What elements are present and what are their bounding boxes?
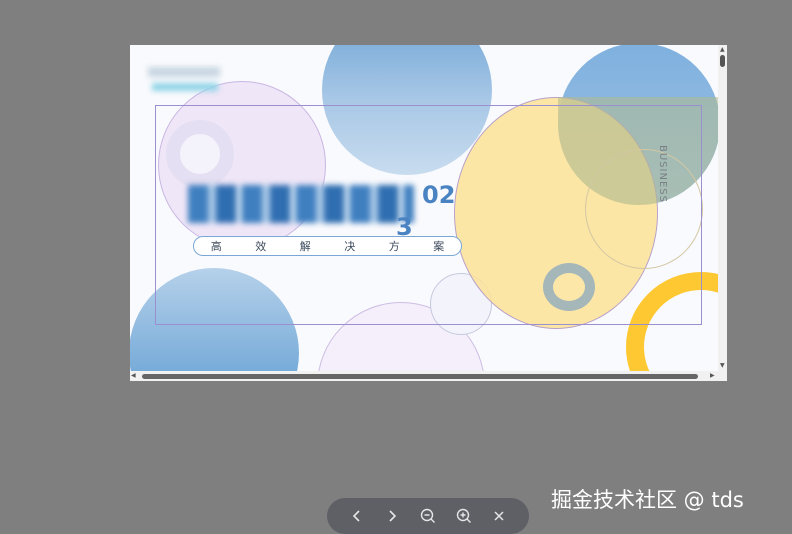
image-viewer: 02 3 高 效 解 决 方 案 BUSINESS ▲ ▼ ◀ ▶ (130, 45, 727, 381)
slide-preview: 02 3 高 效 解 决 方 案 BUSINESS (130, 45, 718, 371)
subtitle-char: 效 (255, 240, 267, 253)
zoom-in-icon[interactable] (453, 505, 475, 527)
chevron-left-icon[interactable] (346, 505, 368, 527)
subtitle-char: 案 (433, 240, 445, 253)
scroll-right-icon[interactable]: ▶ (710, 373, 715, 379)
chevron-right-icon[interactable] (381, 505, 403, 527)
viewer-toolbar (327, 498, 529, 534)
vertical-scroll-thumb[interactable] (720, 55, 725, 67)
subtitle-char: 解 (299, 240, 311, 253)
subtitle-char: 高 (210, 240, 222, 253)
vertical-scrollbar[interactable]: ▲ ▼ (718, 45, 727, 371)
logo-blurred-bar (152, 83, 218, 91)
subtitle-char: 决 (344, 240, 356, 253)
business-label: BUSINESS (657, 145, 668, 203)
title-year-part1: 02 (422, 181, 456, 209)
watermark: 掘金技术社区 @ tds (551, 488, 744, 512)
scroll-left-icon[interactable]: ◀ (131, 373, 136, 379)
title-blurred (188, 185, 414, 223)
subtitle-pill: 高 效 解 决 方 案 (193, 236, 462, 256)
zoom-out-icon[interactable] (417, 505, 439, 527)
close-icon[interactable] (488, 505, 510, 527)
horizontal-scroll-thumb[interactable] (142, 374, 698, 379)
logo-blurred (148, 67, 220, 77)
subtitle-char: 方 (388, 240, 400, 253)
horizontal-scrollbar[interactable]: ◀ ▶ (130, 371, 727, 381)
scroll-up-icon[interactable]: ▲ (720, 47, 725, 53)
scroll-down-icon[interactable]: ▼ (720, 363, 725, 369)
